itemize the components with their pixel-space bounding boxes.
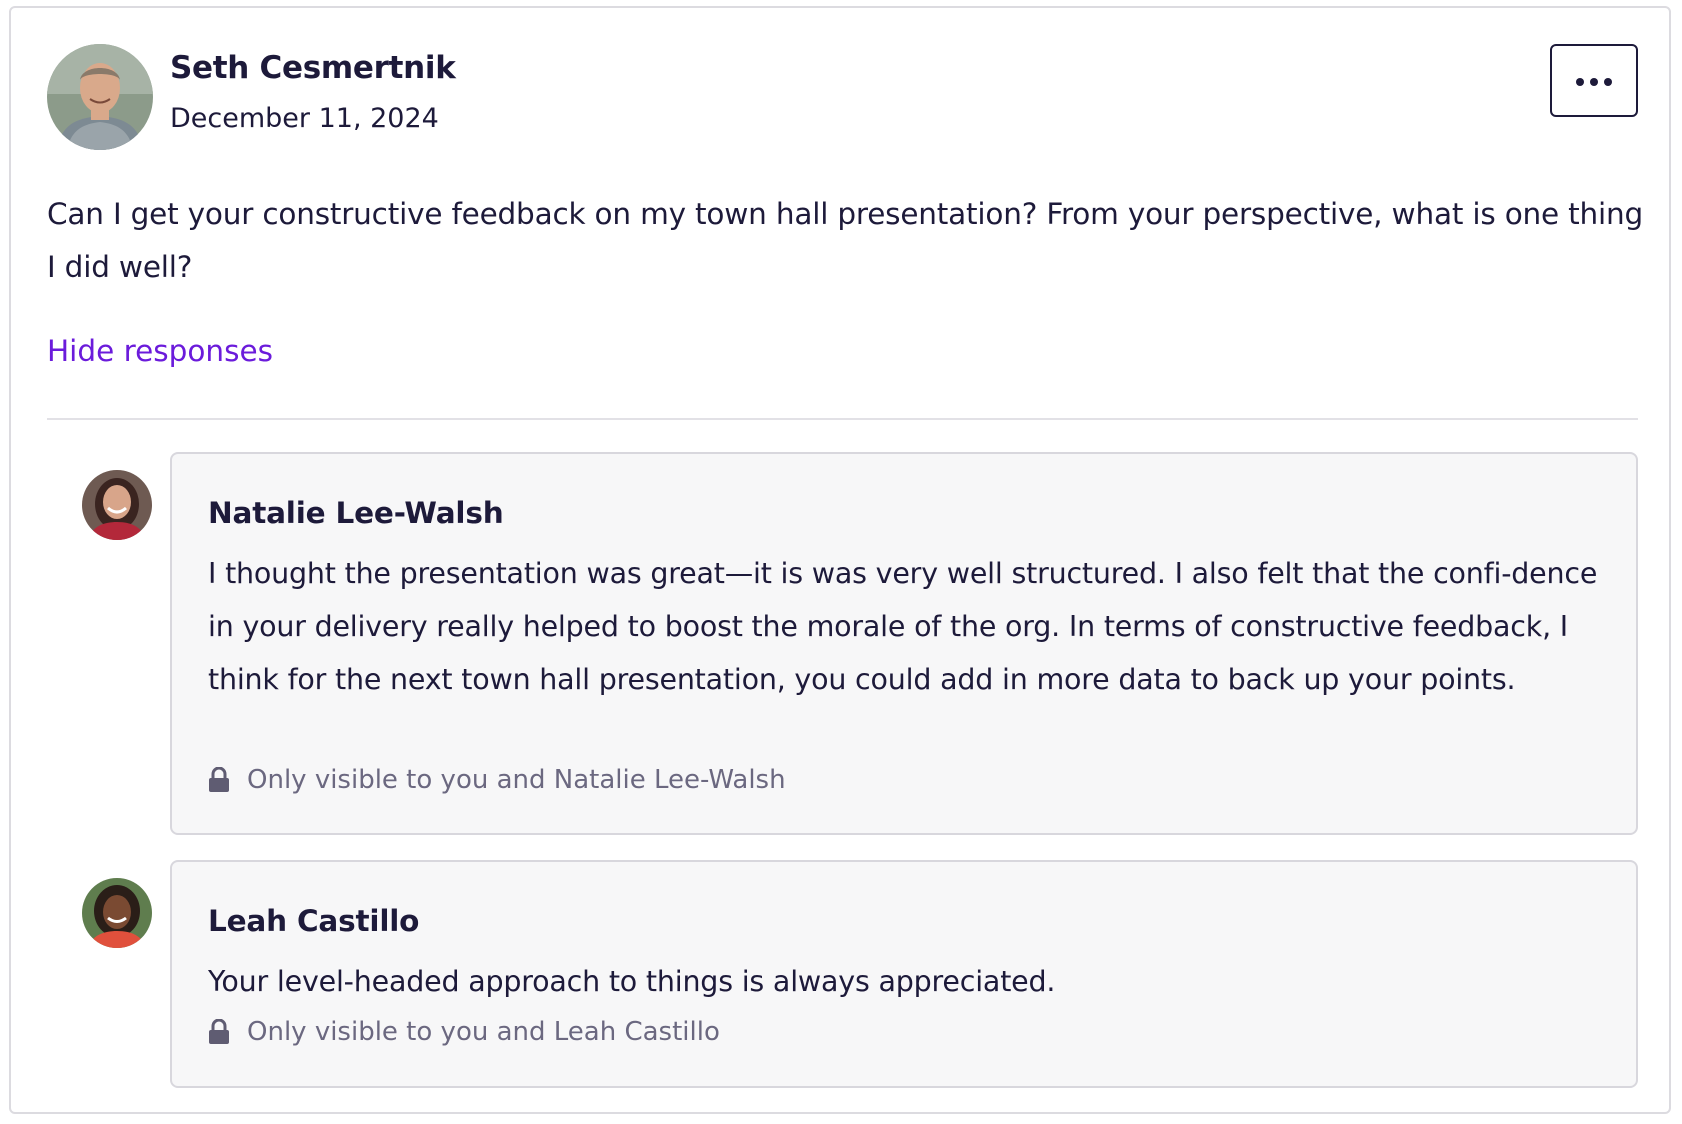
visibility-text: Only visible to you and Natalie Lee-Wals… <box>247 765 786 795</box>
response-card: Natalie Lee-Walsh I thought the presenta… <box>170 452 1638 835</box>
responder-avatar[interactable] <box>82 878 152 948</box>
hide-responses-link[interactable]: Hide responses <box>47 334 273 368</box>
more-options-button[interactable] <box>1550 44 1638 117</box>
lock-icon <box>208 766 230 793</box>
author-avatar[interactable] <box>47 44 153 150</box>
ellipsis-icon <box>1573 71 1615 90</box>
visibility-text: Only visible to you and Leah Castillo <box>247 1017 720 1047</box>
author-name: Seth Cesmertnik <box>170 50 456 86</box>
responder-name: Natalie Lee-Walsh <box>208 496 504 530</box>
visibility-note: Only visible to you and Leah Castillo <box>208 1017 720 1047</box>
lock-icon <box>208 1018 230 1045</box>
response-text: I thought the presentation was great—it … <box>208 557 1598 696</box>
responder-name: Leah Castillo <box>208 904 420 938</box>
responder-avatar[interactable] <box>82 470 152 540</box>
feedback-card: Seth Cesmertnik December 11, 2024 Can I … <box>9 6 1671 1114</box>
post-date: December 11, 2024 <box>170 103 439 134</box>
response-card: Leah Castillo Your level-headed approach… <box>170 860 1638 1088</box>
response-text: Your level-headed approach to things is … <box>208 965 1056 998</box>
divider <box>47 418 1638 420</box>
visibility-note: Only visible to you and Natalie Lee-Wals… <box>208 765 786 795</box>
feedback-question: Can I get your constructive feedback on … <box>47 197 1644 284</box>
